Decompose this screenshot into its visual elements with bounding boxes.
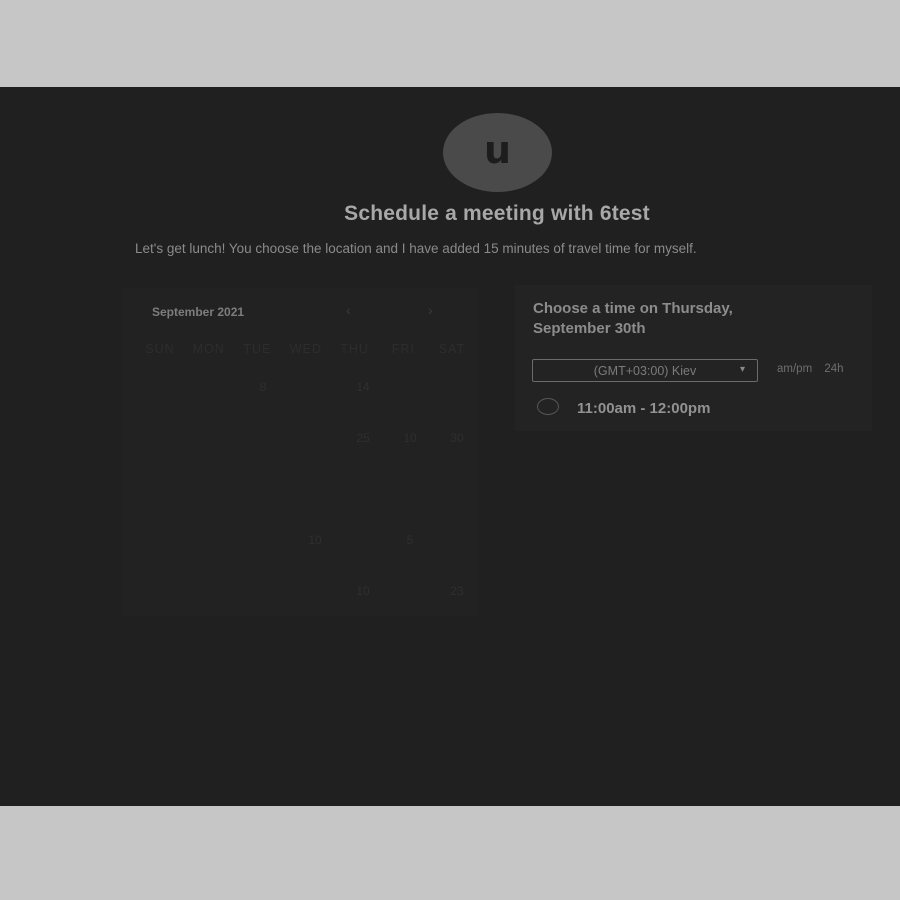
time-format-toggle: am/pm 24h <box>777 363 853 375</box>
calendar-day[interactable]: 8 <box>248 380 278 394</box>
calendar-day[interactable]: 23 <box>442 584 472 598</box>
format-24h-option[interactable]: 24h <box>824 363 843 375</box>
weekday-label: SUN <box>145 342 175 356</box>
time-slot[interactable]: 11:00am - 12:00pm <box>577 400 710 417</box>
calendar-month-label: September 2021 <box>152 305 245 319</box>
calendar-day[interactable]: 30 <box>442 431 472 445</box>
timezone-select[interactable]: (GMT+03:00) Kiev ▾ <box>532 359 758 382</box>
time-picker-heading-line: Choose a time on Thursday, <box>533 300 733 317</box>
calendar-day[interactable]: 14 <box>348 380 378 394</box>
next-month-button[interactable]: › <box>428 302 433 318</box>
prev-month-button[interactable]: ‹ <box>346 302 351 318</box>
calendar-day[interactable]: 10 <box>348 584 378 598</box>
time-slot-radio[interactable] <box>537 398 559 415</box>
weekday-label: SAT <box>438 342 466 356</box>
time-picker-heading: Choose a time on Thursday, September 30t… <box>533 299 793 339</box>
chevron-left-icon: ‹ <box>346 302 351 318</box>
calendar-day[interactable]: 25 <box>348 431 378 445</box>
chevron-right-icon: › <box>428 302 433 318</box>
calendar-day[interactable]: 10 <box>300 533 330 547</box>
format-ampm-option[interactable]: am/pm <box>777 363 812 375</box>
calendar-day[interactable]: 10 <box>395 431 425 445</box>
weekday-label: FRI <box>391 342 415 356</box>
page-title: Schedule a meeting with 6test <box>344 202 650 225</box>
calendar: September 2021 ‹ › SUN MON TUE WED THU F… <box>122 288 478 616</box>
avatar-letter: u <box>483 127 512 172</box>
timezone-value: (GMT+03:00) Kiev <box>593 363 697 378</box>
time-picker-heading-line: September 30th <box>533 320 646 337</box>
caret-down-icon: ▾ <box>739 364 745 375</box>
weekday-label: MON <box>192 342 225 356</box>
scheduling-panel: u Schedule a meeting with 6test Let's ge… <box>0 87 900 806</box>
weekday-label: WED <box>289 342 323 356</box>
weekday-header: SUN MON TUE WED THU FRI SAT <box>136 342 476 356</box>
weekday-label: THU <box>340 342 369 356</box>
avatar: u <box>443 113 552 192</box>
time-picker: Choose a time on Thursday, September 30t… <box>515 285 872 431</box>
page-subtitle: Let's get lunch! You choose the location… <box>135 241 697 256</box>
weekday-label: TUE <box>243 342 272 356</box>
calendar-day[interactable]: 5 <box>395 533 425 547</box>
